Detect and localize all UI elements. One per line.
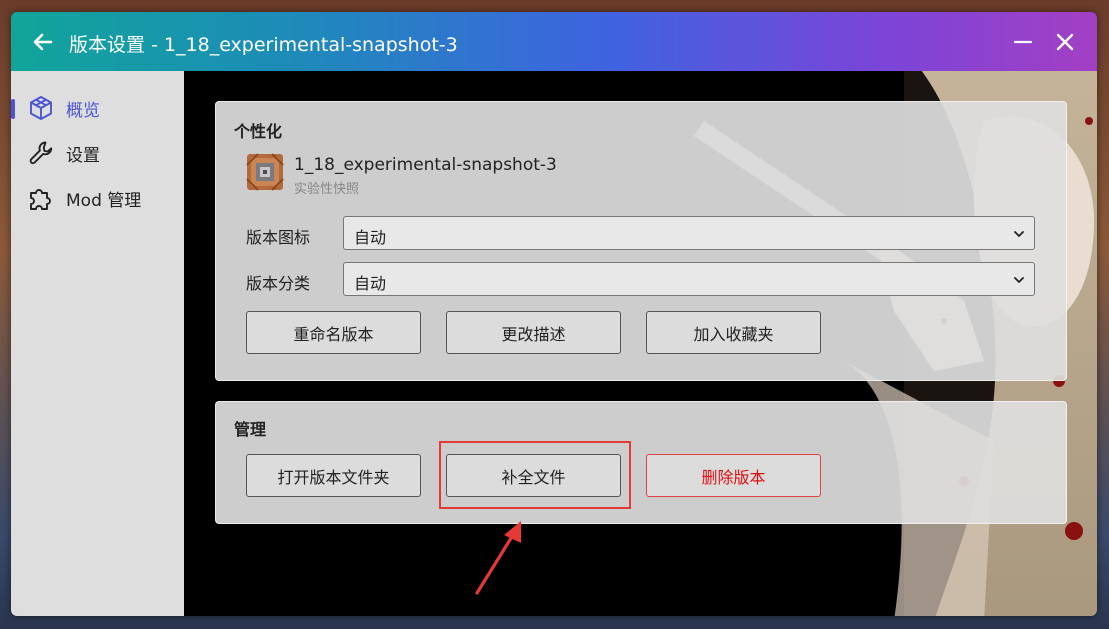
arrow-left-icon	[33, 33, 53, 51]
version-type: 实验性快照	[294, 182, 360, 197]
back-button[interactable]	[29, 28, 57, 56]
open-folder-button[interactable]: 打开版本文件夹	[246, 454, 421, 497]
wrench-icon	[29, 141, 53, 165]
add-favorite-button[interactable]: 加入收藏夹	[646, 311, 821, 354]
command-block-icon	[246, 153, 284, 191]
sidebar-item-overview[interactable]: 概览	[11, 89, 184, 127]
version-name: 1_18_experimental-snapshot-3	[294, 155, 557, 175]
category-select-value: 自动	[354, 274, 387, 293]
sidebar-item-label: 概览	[66, 100, 100, 121]
manage-card: 管理 打开版本文件夹 补全文件 删除版本	[215, 401, 1067, 524]
annotation-arrow	[475, 521, 521, 595]
highlight-box	[439, 441, 631, 509]
icon-select-value: 自动	[354, 228, 387, 247]
rename-button[interactable]: 重命名版本	[246, 311, 421, 354]
active-indicator	[11, 99, 15, 119]
chevron-down-icon	[1014, 277, 1024, 283]
minimize-button[interactable]	[1009, 28, 1037, 56]
sidebar-item-settings[interactable]: 设置	[11, 134, 184, 172]
personalize-title: 个性化	[234, 122, 283, 141]
sidebar-item-label: 设置	[66, 145, 100, 166]
manage-title: 管理	[234, 420, 267, 439]
sidebar-item-mod-management[interactable]: Mod 管理	[11, 179, 184, 217]
close-icon	[1056, 33, 1074, 51]
icon-select[interactable]: 自动	[343, 216, 1035, 250]
category-select[interactable]: 自动	[343, 262, 1035, 296]
icon-label: 版本图标	[246, 228, 311, 247]
sidebar: 概览 设置 Mod 管理	[11, 71, 184, 616]
personalize-card: 个性化 1_18_experimental-snapshot-3 实验性快照 版…	[215, 101, 1067, 381]
edit-description-button[interactable]: 更改描述	[446, 311, 621, 354]
cube-icon	[30, 96, 52, 120]
category-label: 版本分类	[246, 274, 311, 293]
delete-version-button[interactable]: 删除版本	[646, 454, 821, 497]
minimize-icon	[1013, 40, 1033, 44]
puzzle-icon	[30, 189, 51, 210]
sidebar-item-label: Mod 管理	[66, 190, 142, 211]
title-bar: 版本设置 - 1_18_experimental-snapshot-3	[11, 12, 1097, 71]
close-button[interactable]	[1051, 28, 1079, 56]
app-window: 版本设置 - 1_18_experimental-snapshot-3 概览 设…	[11, 12, 1097, 616]
chevron-down-icon	[1014, 231, 1024, 237]
window-title: 版本设置 - 1_18_experimental-snapshot-3	[69, 34, 458, 56]
main-content: 个性化 1_18_experimental-snapshot-3 实验性快照 版…	[184, 71, 1097, 616]
